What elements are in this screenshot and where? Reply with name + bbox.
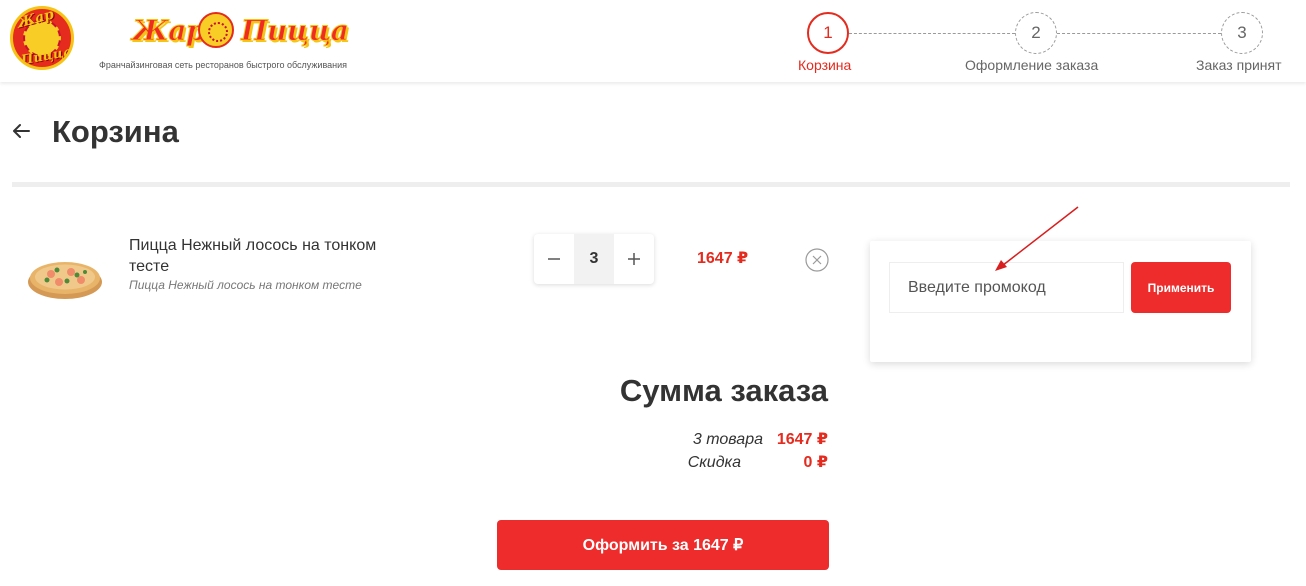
step-1-circle: 1 xyxy=(807,12,849,54)
decrement-button[interactable] xyxy=(534,234,574,284)
step-2-label: Оформление заказа xyxy=(965,57,1099,73)
summary-discount-row: Скидка 0 ₽ xyxy=(688,452,828,472)
quantity-stepper: 3 xyxy=(534,234,654,284)
increment-button[interactable] xyxy=(614,234,654,284)
step-connector xyxy=(849,33,1015,34)
step-3-label: Заказ принят xyxy=(1196,57,1282,73)
page-title: Корзина xyxy=(52,114,179,149)
brand-tagline: Франчайзинговая сеть ресторанов быстрого… xyxy=(99,60,348,70)
order-sum-title: Сумма заказа xyxy=(619,373,828,408)
step-3-circle: 3 xyxy=(1221,12,1263,54)
apply-promo-button[interactable]: Применить xyxy=(1131,262,1231,313)
step-connector xyxy=(1057,33,1221,34)
item-description: Пицца Нежный лосось на тонком тесте xyxy=(129,278,362,292)
brand-pizza-icon xyxy=(198,12,234,48)
item-name[interactable]: Пицца Нежный лосось на тонком тесте xyxy=(129,235,419,277)
header: Жар Пицца Жар Пицца Франчайзинговая сеть … xyxy=(0,0,1306,82)
pizza-image[interactable] xyxy=(26,250,104,302)
remove-item-button[interactable] xyxy=(805,248,829,272)
summary-items-row: 3 товара 1647 ₽ xyxy=(693,429,828,449)
plus-icon xyxy=(628,253,640,265)
step-1-label: Корзина xyxy=(798,57,852,73)
step-2-circle: 2 xyxy=(1015,12,1057,54)
summary-items-value: 1647 ₽ xyxy=(776,431,828,448)
quantity-value: 3 xyxy=(574,234,614,284)
round-logo[interactable]: Жар Пицца xyxy=(10,6,74,70)
summary-items-label: 3 товара xyxy=(692,431,763,448)
checkout-button[interactable]: Оформить за 1647 ₽ xyxy=(497,520,829,570)
brand-name-part1: Жар xyxy=(132,14,206,48)
arrow-left-icon[interactable] xyxy=(10,120,32,142)
item-price: 1647 ₽ xyxy=(697,250,749,267)
minus-icon xyxy=(548,258,560,260)
close-circle-icon xyxy=(805,248,829,272)
promo-card: Применить xyxy=(870,241,1251,362)
summary-discount-value: 0 ₽ xyxy=(803,454,828,471)
brand-name-part2: Пицца xyxy=(240,14,349,48)
summary-discount-label: Скидка xyxy=(687,454,741,471)
divider xyxy=(12,182,1290,187)
brand-name: Жар Пицца xyxy=(132,14,350,48)
promo-code-input[interactable] xyxy=(889,262,1124,313)
brand-logo[interactable]: Жар Пицца xyxy=(132,10,349,54)
